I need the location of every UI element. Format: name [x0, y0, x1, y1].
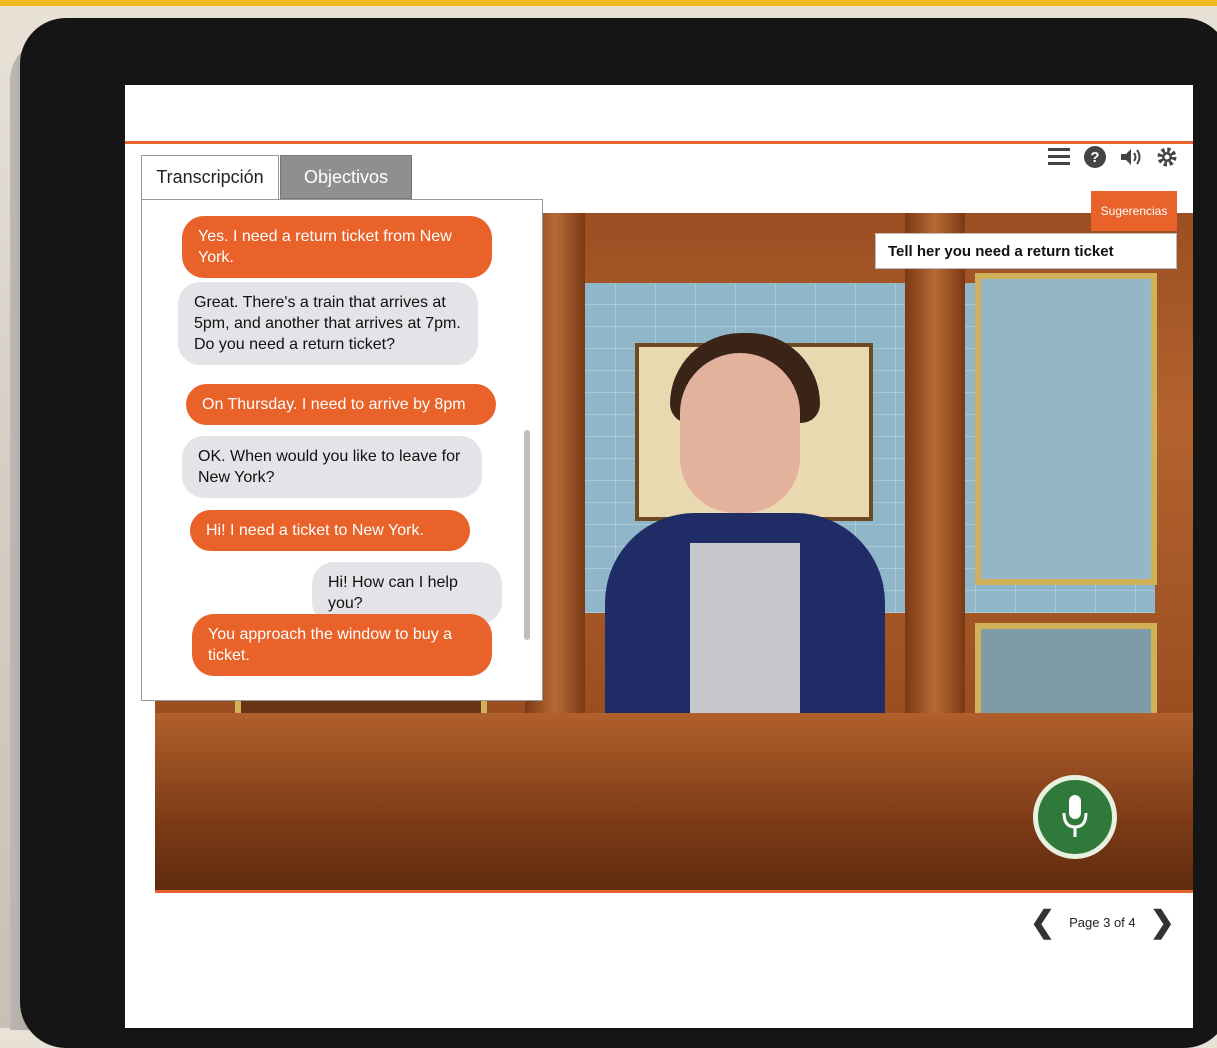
page-indicator: Page 3 of 4: [1069, 915, 1136, 930]
tab-transcript[interactable]: Transcripción: [141, 155, 279, 199]
chat-message-user: You approach the window to buy a ticket.: [192, 614, 492, 676]
microphone-button[interactable]: [1033, 775, 1117, 859]
chat-message-user: Yes. I need a return ticket from New Yor…: [182, 216, 492, 278]
svg-text:?: ?: [1090, 149, 1099, 166]
help-icon[interactable]: ?: [1083, 145, 1107, 169]
volume-icon[interactable]: [1119, 145, 1143, 169]
previous-page-icon[interactable]: ❮: [1030, 905, 1055, 940]
transcript-panel[interactable]: Yes. I need a return ticket from New Yor…: [141, 199, 543, 701]
settings-icon[interactable]: [1155, 145, 1179, 169]
microphone-icon: [1062, 795, 1088, 837]
side-window: [975, 273, 1157, 585]
hint-text: Tell her you need a return ticket: [875, 233, 1177, 269]
toolbar: ?: [1047, 145, 1179, 169]
app-screen: ? Transcripción Objectivos Yes. I need a…: [125, 85, 1193, 1028]
footer-divider: [155, 890, 1193, 893]
top-accent-bar: [0, 0, 1217, 6]
next-page-icon[interactable]: ❯: [1150, 905, 1175, 940]
header-divider: [125, 141, 1193, 144]
pager: ❮ Page 3 of 4 ❯: [1030, 905, 1175, 940]
tab-objectives[interactable]: Objectivos: [280, 155, 412, 199]
hints-button[interactable]: Sugerencias: [1091, 191, 1177, 231]
chat-message-user: On Thursday. I need to arrive by 8pm: [186, 384, 496, 425]
chat-message-user: Hi! I need a ticket to New York.: [190, 510, 470, 551]
menu-icon[interactable]: [1047, 145, 1071, 169]
chat-message-agent: Great. There's a train that arrives at 5…: [178, 282, 478, 365]
chat-message-agent: OK. When would you like to leave for New…: [182, 436, 482, 498]
transcript-scrollbar[interactable]: [524, 430, 530, 640]
